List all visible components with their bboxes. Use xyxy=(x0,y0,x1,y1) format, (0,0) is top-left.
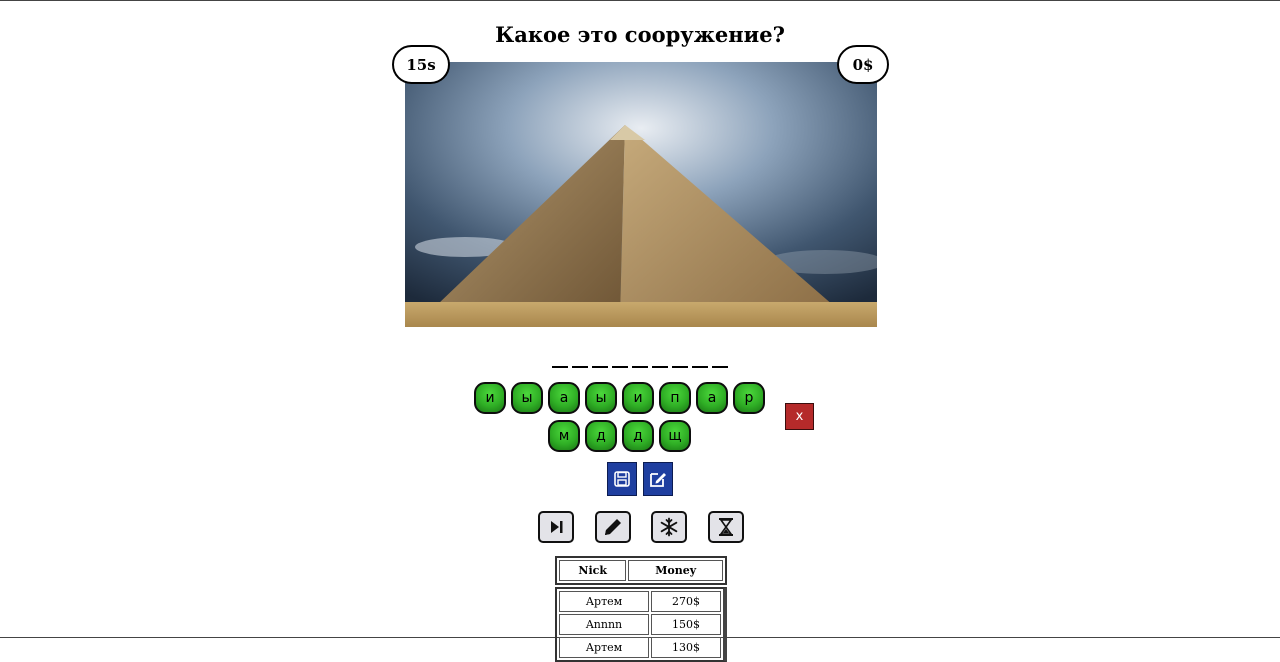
leaderboard-rows: Артем 270$ Annnn 150$ Артем 130$ xyxy=(555,587,727,662)
freeze-button[interactable] xyxy=(651,511,687,543)
letter-button[interactable]: д xyxy=(622,420,654,452)
letter-button[interactable]: а xyxy=(696,382,728,414)
letter-button[interactable]: м xyxy=(548,420,580,452)
player-money: 270$ xyxy=(650,591,721,612)
table-row: Артем 270$ xyxy=(559,591,721,612)
letter-button[interactable]: д xyxy=(585,420,617,452)
table-row: Annnn 150$ xyxy=(559,614,721,635)
leaderboard-header: Nick Money xyxy=(555,556,727,585)
column-header-money: Money xyxy=(628,560,723,581)
letter-button[interactable]: и xyxy=(622,382,654,414)
letter-button[interactable]: и xyxy=(474,382,506,414)
player-nick: Артем xyxy=(559,591,649,612)
answer-slot xyxy=(652,365,668,368)
edit-button[interactable] xyxy=(643,462,673,496)
answer-slot xyxy=(572,365,588,368)
timer-badge: 15s xyxy=(392,45,450,84)
hourglass-icon xyxy=(719,518,733,536)
clear-button[interactable]: x xyxy=(785,403,814,430)
question-image xyxy=(405,62,877,327)
answer-slot xyxy=(592,365,608,368)
skip-button[interactable] xyxy=(538,511,574,543)
answer-slot xyxy=(632,365,648,368)
player-money: 130$ xyxy=(650,637,721,658)
skip-icon xyxy=(551,521,563,533)
answer-slot xyxy=(712,365,728,368)
letter-button[interactable]: р xyxy=(733,382,765,414)
letter-button[interactable]: а xyxy=(548,382,580,414)
letter-button[interactable]: ы xyxy=(511,382,543,414)
question-title: Какое это сооружение? xyxy=(495,22,785,47)
leaderboard: Nick Money Артем 270$ Annnn 150$ Артем 1… xyxy=(555,556,727,662)
answer-slot xyxy=(552,365,568,368)
time-bonus-button[interactable] xyxy=(708,511,744,543)
player-nick: Артем xyxy=(559,637,649,658)
save-icon xyxy=(614,471,630,487)
pencil-hint-button[interactable] xyxy=(595,511,631,543)
player-money: 150$ xyxy=(650,614,721,635)
pencil-icon xyxy=(605,519,621,535)
letter-button[interactable]: ы xyxy=(585,382,617,414)
edit-icon xyxy=(650,473,666,487)
table-row: Артем 130$ xyxy=(559,637,721,658)
answer-slot xyxy=(692,365,708,368)
player-nick: Annnn xyxy=(559,614,649,635)
money-badge: 0$ xyxy=(837,45,889,84)
letter-button[interactable]: щ xyxy=(659,420,691,452)
snowflake-icon xyxy=(660,517,678,537)
answer-slot xyxy=(612,365,628,368)
save-button[interactable] xyxy=(607,462,637,496)
answer-mask xyxy=(0,356,1280,375)
column-header-nick: Nick xyxy=(559,560,627,581)
answer-slot xyxy=(672,365,688,368)
letter-button[interactable]: п xyxy=(659,382,691,414)
